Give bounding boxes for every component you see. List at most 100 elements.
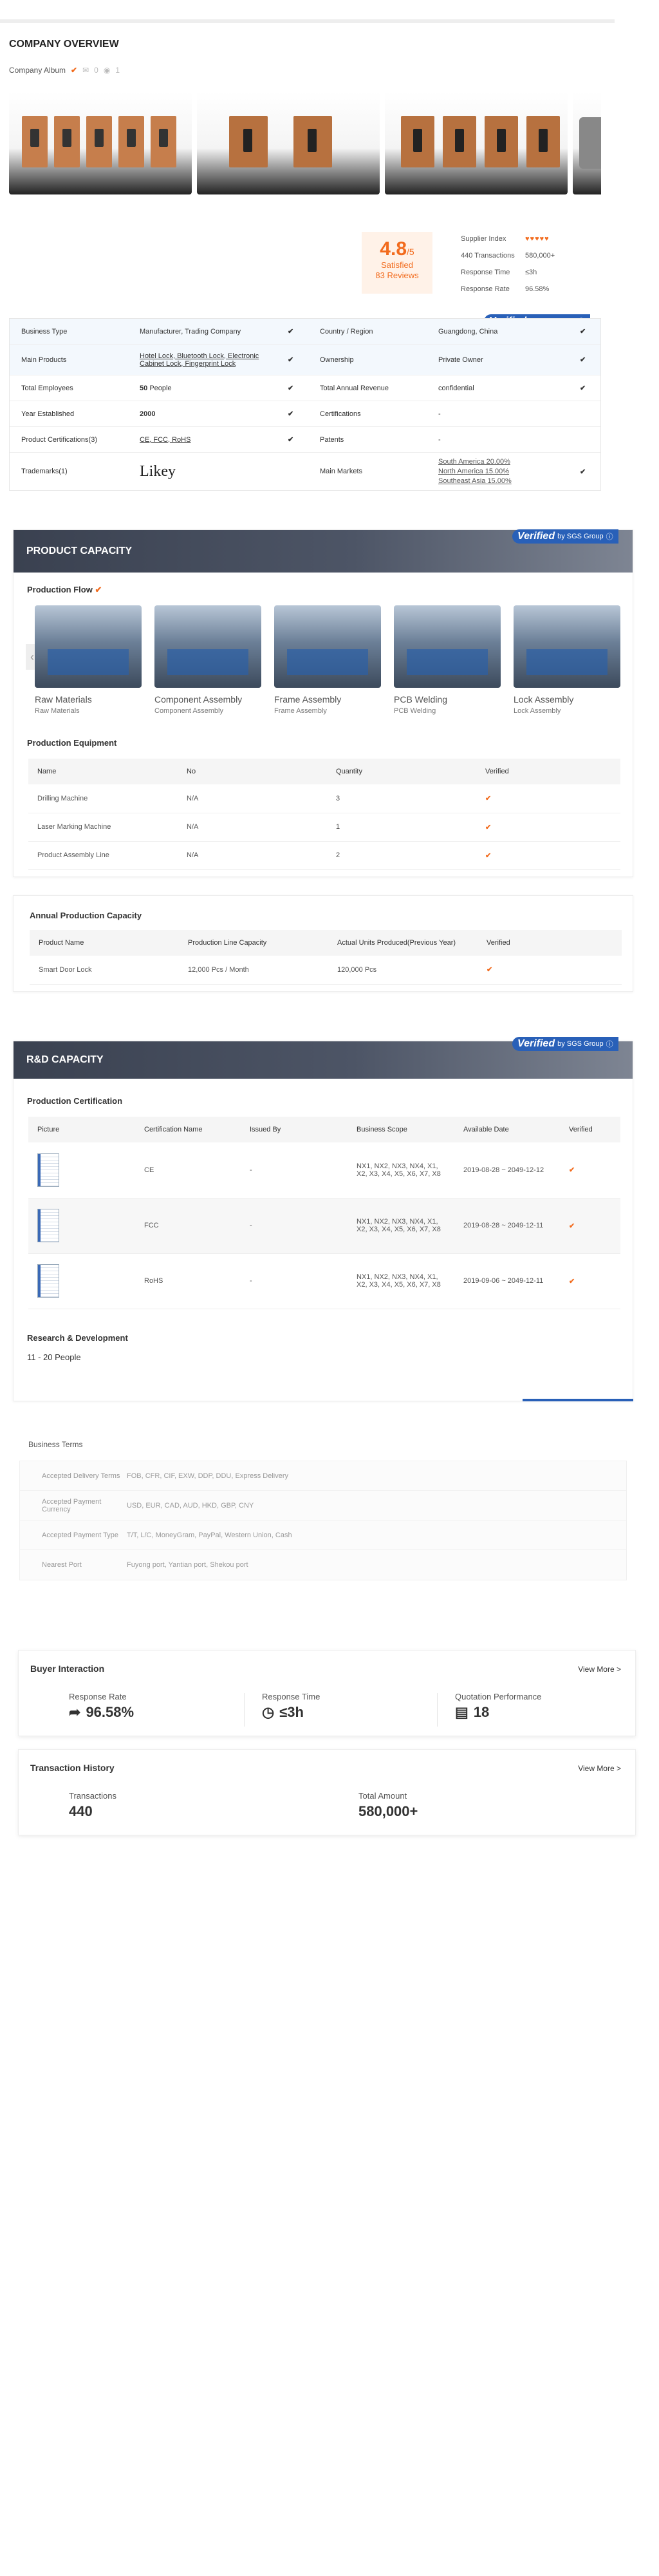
research-title: Research & Development [27, 1333, 128, 1343]
line-capacity: 12,000 Pcs / Month [179, 956, 328, 985]
flow-sub: Frame Assembly [274, 707, 327, 715]
flow-sub: Raw Materials [35, 707, 80, 715]
flow-image [274, 605, 381, 688]
album-label[interactable]: Company Album [9, 66, 66, 75]
info-icon: ⓘ [606, 533, 613, 541]
product-certs-link[interactable]: CE, FCC, RoHS [128, 436, 276, 444]
sgs-by-text: by SGS Group [557, 533, 604, 540]
flow-title: Raw Materials [35, 694, 92, 705]
info-label: Business Type [21, 327, 68, 336]
flow-title: Lock Assembly [514, 694, 574, 705]
page-title: COMPANY OVERVIEW [9, 39, 119, 50]
cert-issued-by: - [241, 1253, 348, 1309]
buyer-interaction-title: Buyer Interaction [30, 1663, 105, 1674]
rating-reviews[interactable]: 83 Reviews [362, 270, 432, 281]
info-value: - [438, 410, 441, 418]
response-time-metric: Response Time ◷ ≤3h [262, 1692, 320, 1721]
col-header: No [178, 759, 327, 784]
stat-label: 440 Transactions [461, 252, 515, 260]
verified-check-icon: ✔ [580, 384, 586, 392]
col-header: Product Name [30, 930, 179, 956]
verified-check-icon: ✔ [580, 468, 586, 476]
album-image[interactable] [385, 91, 568, 194]
market-link[interactable]: North America 15.00% [438, 467, 557, 477]
research-value: 11 - 20 People [27, 1352, 81, 1362]
verified-check-icon: ✔ [560, 1198, 620, 1254]
transaction-history-title: Transaction History [30, 1763, 115, 1773]
album-image[interactable] [197, 91, 380, 194]
info-label: Year Established [21, 410, 75, 418]
equipment-no: N/A [178, 841, 327, 870]
equipment-table: Name No Quantity Verified Drilling Machine N… [28, 759, 620, 870]
rating-score: 4.8 [380, 238, 407, 260]
album-image[interactable] [9, 91, 192, 194]
flow-image [514, 605, 620, 688]
equipment-qty: 3 [327, 784, 476, 813]
view-more-link[interactable]: View More > [578, 1665, 621, 1674]
flow-item[interactable]: Lock Assembly Lock Assembly [514, 605, 620, 715]
col-header: Available Date [454, 1117, 560, 1142]
transaction-history-card: Transaction History View More > Transact… [18, 1749, 636, 1835]
info-label: Total Employees [21, 384, 73, 392]
metric-value: 440 [69, 1803, 93, 1819]
cert-issued-by: - [241, 1142, 348, 1198]
top-divider [0, 19, 615, 23]
flow-title: Frame Assembly [274, 694, 342, 705]
market-link[interactable]: South America 20.00% [438, 457, 557, 467]
flow-title: Component Assembly [154, 694, 243, 705]
equipment-no: N/A [178, 784, 327, 813]
verified-check-icon: ✔ [288, 436, 294, 444]
annual-capacity-title: Annual Production Capacity [30, 911, 142, 920]
col-header: Business Scope [348, 1117, 454, 1142]
flow-item[interactable]: Component Assembly Component Assembly [154, 605, 261, 715]
info-label: Total Annual Revenue [320, 384, 389, 392]
terms-value: FOB, CFR, CIF, EXW, DDP, DDU, Express De… [127, 1472, 289, 1480]
album-image[interactable] [573, 91, 601, 194]
flow-item[interactable]: Frame Assembly Frame Assembly [274, 605, 381, 715]
cert-name: RoHS [135, 1253, 241, 1309]
cert-name: CE [135, 1142, 241, 1198]
employees-unit: People [149, 384, 172, 392]
info-value: Manufacturer, Trading Company [140, 327, 241, 336]
certification-table: Picture Certification Name Issued By Busine… [28, 1117, 620, 1309]
stat-label: Response Time [461, 269, 510, 276]
terms-row: Nearest Port Fuyong port, Yantian port, S… [20, 1550, 626, 1580]
flow-item[interactable]: Raw Materials Raw Materials [35, 605, 142, 715]
info-value: - [438, 435, 441, 444]
certificate-thumbnail[interactable] [37, 1209, 59, 1242]
employees-value: 50 [140, 384, 148, 392]
cert-name: FCC [135, 1198, 241, 1254]
product-name: Smart Door Lock [30, 956, 179, 985]
info-label: Patents [320, 435, 344, 444]
rating-out-of: /5 [407, 247, 414, 257]
terms-key: Accepted Payment Type [42, 1531, 119, 1539]
flow-sub: Component Assembly [154, 707, 223, 715]
mail-icon[interactable]: ✉ [82, 66, 89, 75]
metric-value: 18 [473, 1704, 490, 1720]
market-link[interactable]: Southeast Asia 15.00% [438, 477, 557, 486]
view-more-link[interactable]: View More > [578, 1764, 621, 1773]
flow-item[interactable]: PCB Welding PCB Welding [394, 605, 501, 715]
stat-value: 96.58% [525, 285, 550, 293]
certificate-thumbnail[interactable] [37, 1264, 59, 1298]
verified-check-icon: ✔ [580, 356, 586, 364]
flow-image [35, 605, 142, 688]
equipment-qty: 1 [327, 813, 476, 842]
main-products-link[interactable]: Hotel Lock, Bluetooth Lock, Electronic C… [128, 352, 276, 368]
company-album [9, 91, 601, 194]
clock-icon: ◷ [262, 1704, 275, 1720]
production-certification-title: Production Certification [27, 1096, 123, 1106]
sgs-verified-badge[interactable]: Verifiedby SGS Groupⓘ [512, 1037, 618, 1051]
info-label: Ownership [320, 355, 354, 364]
trademark-logo: Likey [140, 462, 176, 480]
quotation-metric: Quotation Performance ▤ 18 [455, 1692, 541, 1721]
sgs-verified-text: Verified [517, 1038, 555, 1049]
sgs-verified-badge[interactable]: Verifiedby SGS Groupⓘ [512, 529, 618, 544]
view-icon[interactable]: ◉ [104, 66, 110, 75]
info-value: confidential [438, 384, 474, 392]
certificate-thumbnail[interactable] [37, 1153, 59, 1187]
verified-check-icon: ✔ [580, 328, 586, 336]
verified-check-icon: ✔ [95, 585, 102, 594]
quotation-icon: ▤ [455, 1704, 469, 1720]
equipment-no: N/A [178, 813, 327, 842]
